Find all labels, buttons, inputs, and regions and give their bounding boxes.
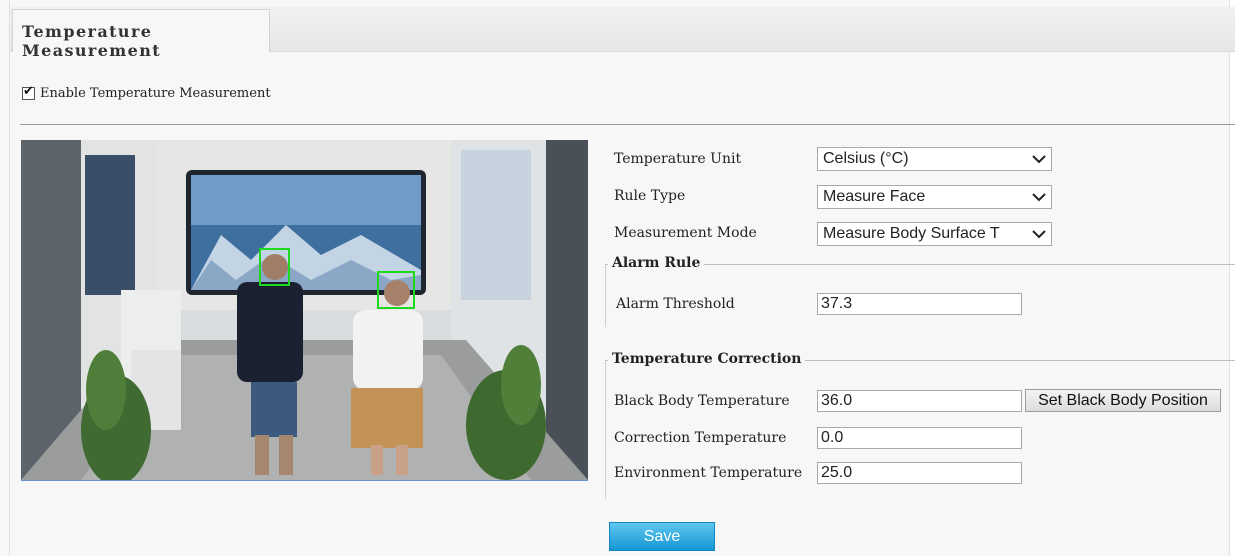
measurement-mode-value: Measure Body Surface T xyxy=(823,225,1000,242)
temperature-unit-select[interactable]: Celsius (°C) xyxy=(817,147,1052,171)
temperature-unit-label: Temperature Unit xyxy=(614,151,742,167)
temperature-correction-legend: Temperature Correction xyxy=(608,351,806,367)
check-icon: ✔ xyxy=(23,83,34,99)
environment-temperature-label: Environment Temperature xyxy=(614,465,803,481)
chevron-down-icon xyxy=(1032,230,1046,239)
measurement-mode-label: Measurement Mode xyxy=(614,225,757,241)
save-button[interactable]: Save xyxy=(609,522,715,551)
enable-temperature-label[interactable]: Enable Temperature Measurement xyxy=(40,86,271,101)
measurement-mode-select[interactable]: Measure Body Surface T xyxy=(817,222,1052,246)
tab-bar: Temperature Measurement xyxy=(10,7,1235,60)
live-video-preview[interactable] xyxy=(21,140,588,481)
section-divider xyxy=(20,124,1235,125)
tab-temperature-measurement[interactable]: Temperature Measurement xyxy=(12,9,270,60)
chevron-down-icon xyxy=(1032,193,1046,202)
alarm-threshold-label: Alarm Threshold xyxy=(616,296,735,312)
rule-type-value: Measure Face xyxy=(823,188,926,205)
video-scene xyxy=(21,140,588,480)
set-black-body-position-button[interactable]: Set Black Body Position xyxy=(1025,389,1221,412)
alarm-threshold-input[interactable]: 37.3 xyxy=(817,293,1022,315)
rule-type-label: Rule Type xyxy=(614,188,686,204)
black-body-temperature-label: Black Body Temperature xyxy=(614,393,790,409)
enable-temperature-checkbox[interactable]: ✔ xyxy=(22,83,35,100)
correction-temperature-input[interactable]: 0.0 xyxy=(817,427,1022,449)
black-body-temperature-input[interactable]: 36.0 xyxy=(817,390,1022,412)
environment-temperature-input[interactable]: 25.0 xyxy=(817,462,1022,484)
chevron-down-icon xyxy=(1032,155,1046,164)
correction-temperature-label: Correction Temperature xyxy=(614,430,787,446)
temperature-unit-value: Celsius (°C) xyxy=(823,150,909,167)
alarm-rule-legend: Alarm Rule xyxy=(608,255,705,271)
tab-label: Temperature Measurement xyxy=(22,22,162,60)
enable-temperature-row: ✔ Enable Temperature Measurement xyxy=(22,84,271,102)
frame-left-border xyxy=(9,0,10,556)
rule-type-select[interactable]: Measure Face xyxy=(817,185,1052,209)
